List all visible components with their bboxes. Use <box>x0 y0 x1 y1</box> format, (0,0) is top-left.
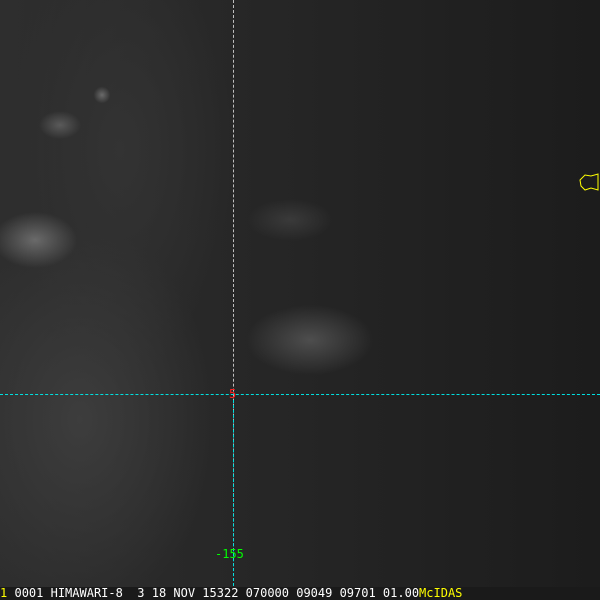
longitude-label: -155 <box>215 547 244 561</box>
image-info: 0001 HIMAWARI-8 3 18 NOV 15322 070000 09… <box>14 586 420 600</box>
latitude-line <box>0 394 600 395</box>
island-coastline <box>579 173 599 191</box>
satellite-image: 5 -155 1 0001 HIMAWARI-8 3 18 NOV 15322 … <box>0 0 600 600</box>
status-bar: 1 0001 HIMAWARI-8 3 18 NOV 15322 070000 … <box>0 587 600 600</box>
frame-number: 1 <box>0 586 8 600</box>
latitude-label: 5 <box>229 387 237 401</box>
mcidas-brand: McIDAS <box>419 586 463 600</box>
